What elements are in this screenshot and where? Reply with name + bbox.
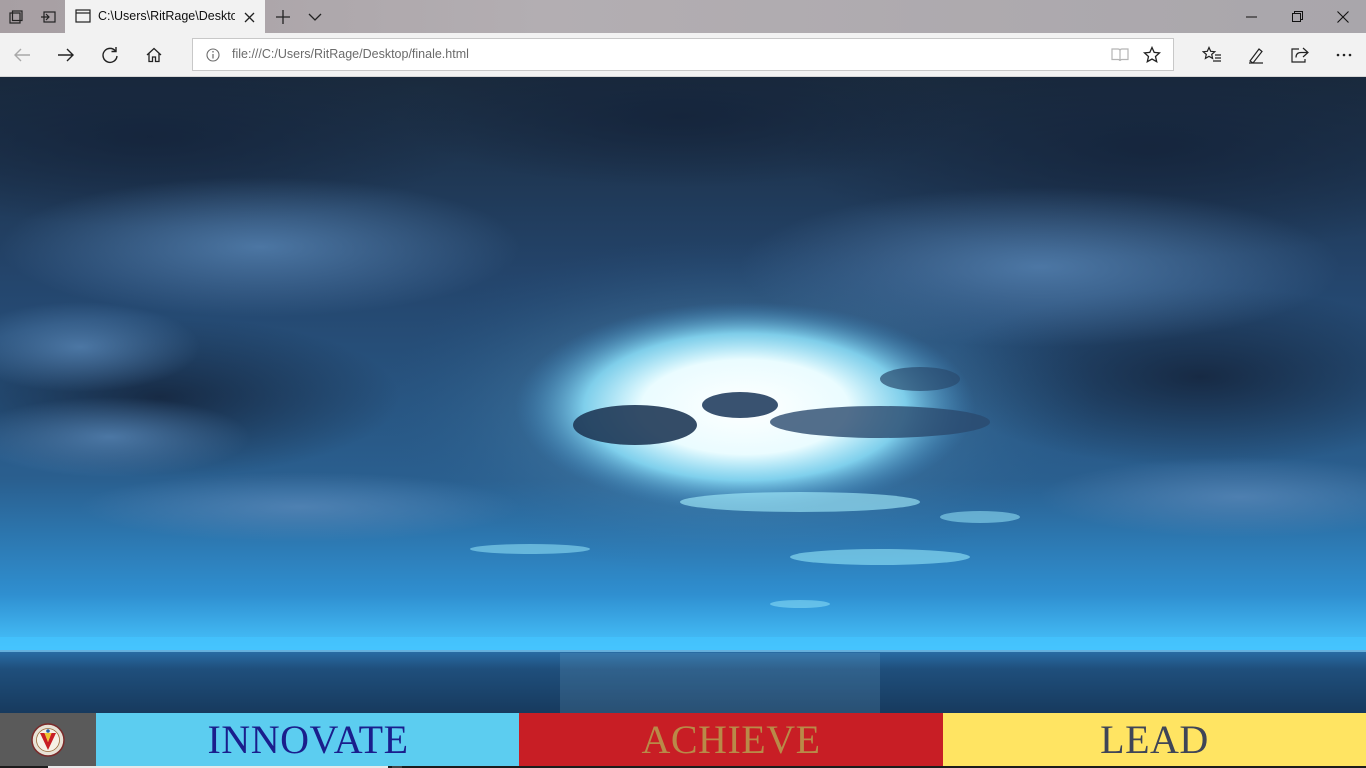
- url-text[interactable]: file:///C:/Users/RitRage/Desktop/finale.…: [232, 47, 1112, 64]
- page-icon: [75, 9, 91, 28]
- home-icon[interactable]: [132, 33, 176, 77]
- emblem-icon: [31, 722, 65, 757]
- forward-icon[interactable]: [44, 33, 88, 77]
- tab-close-icon[interactable]: [239, 7, 259, 27]
- logo[interactable]: [0, 713, 96, 766]
- page-content: INNOVATE ACHIEVE LEAD: [0, 77, 1366, 768]
- lead-link[interactable]: LEAD: [943, 713, 1366, 766]
- new-tab-icon[interactable]: [267, 0, 299, 33]
- pen-icon[interactable]: [1234, 33, 1278, 77]
- background-image: [0, 77, 1366, 713]
- window-close-icon[interactable]: [1320, 0, 1366, 33]
- set-aside-tabs-icon[interactable]: [32, 0, 64, 33]
- more-icon[interactable]: [1322, 33, 1366, 77]
- back-icon[interactable]: [0, 33, 44, 77]
- achieve-link[interactable]: ACHIEVE: [519, 713, 943, 766]
- navigation-bar: file:///C:/Users/RitRage/Desktop/finale.…: [0, 33, 1366, 77]
- favorites-list-icon[interactable]: [1190, 33, 1234, 77]
- minimize-icon[interactable]: [1228, 0, 1274, 33]
- tab-title: C:\Users\RitRage\Desktop\finale.html: [98, 9, 235, 23]
- site-info-icon[interactable]: [205, 47, 221, 63]
- tab-current[interactable]: C:\Users\RitRage\Desktop\finale.html: [65, 0, 265, 33]
- restore-icon[interactable]: [1274, 0, 1320, 33]
- tab-manager-icon[interactable]: [0, 0, 32, 33]
- favorite-star-icon[interactable]: [1140, 43, 1164, 67]
- refresh-icon[interactable]: [88, 33, 132, 77]
- share-icon[interactable]: [1278, 33, 1322, 77]
- innovate-link[interactable]: INNOVATE: [96, 713, 520, 766]
- reading-view-icon[interactable]: [1108, 43, 1132, 67]
- tab-preview-chevron-icon[interactable]: [299, 0, 331, 33]
- bottom-nav-bar: INNOVATE ACHIEVE LEAD: [0, 713, 1366, 768]
- tab-bar: C:\Users\RitRage\Desktop\finale.html: [0, 0, 1366, 33]
- address-bar[interactable]: file:///C:/Users/RitRage/Desktop/finale.…: [192, 38, 1174, 71]
